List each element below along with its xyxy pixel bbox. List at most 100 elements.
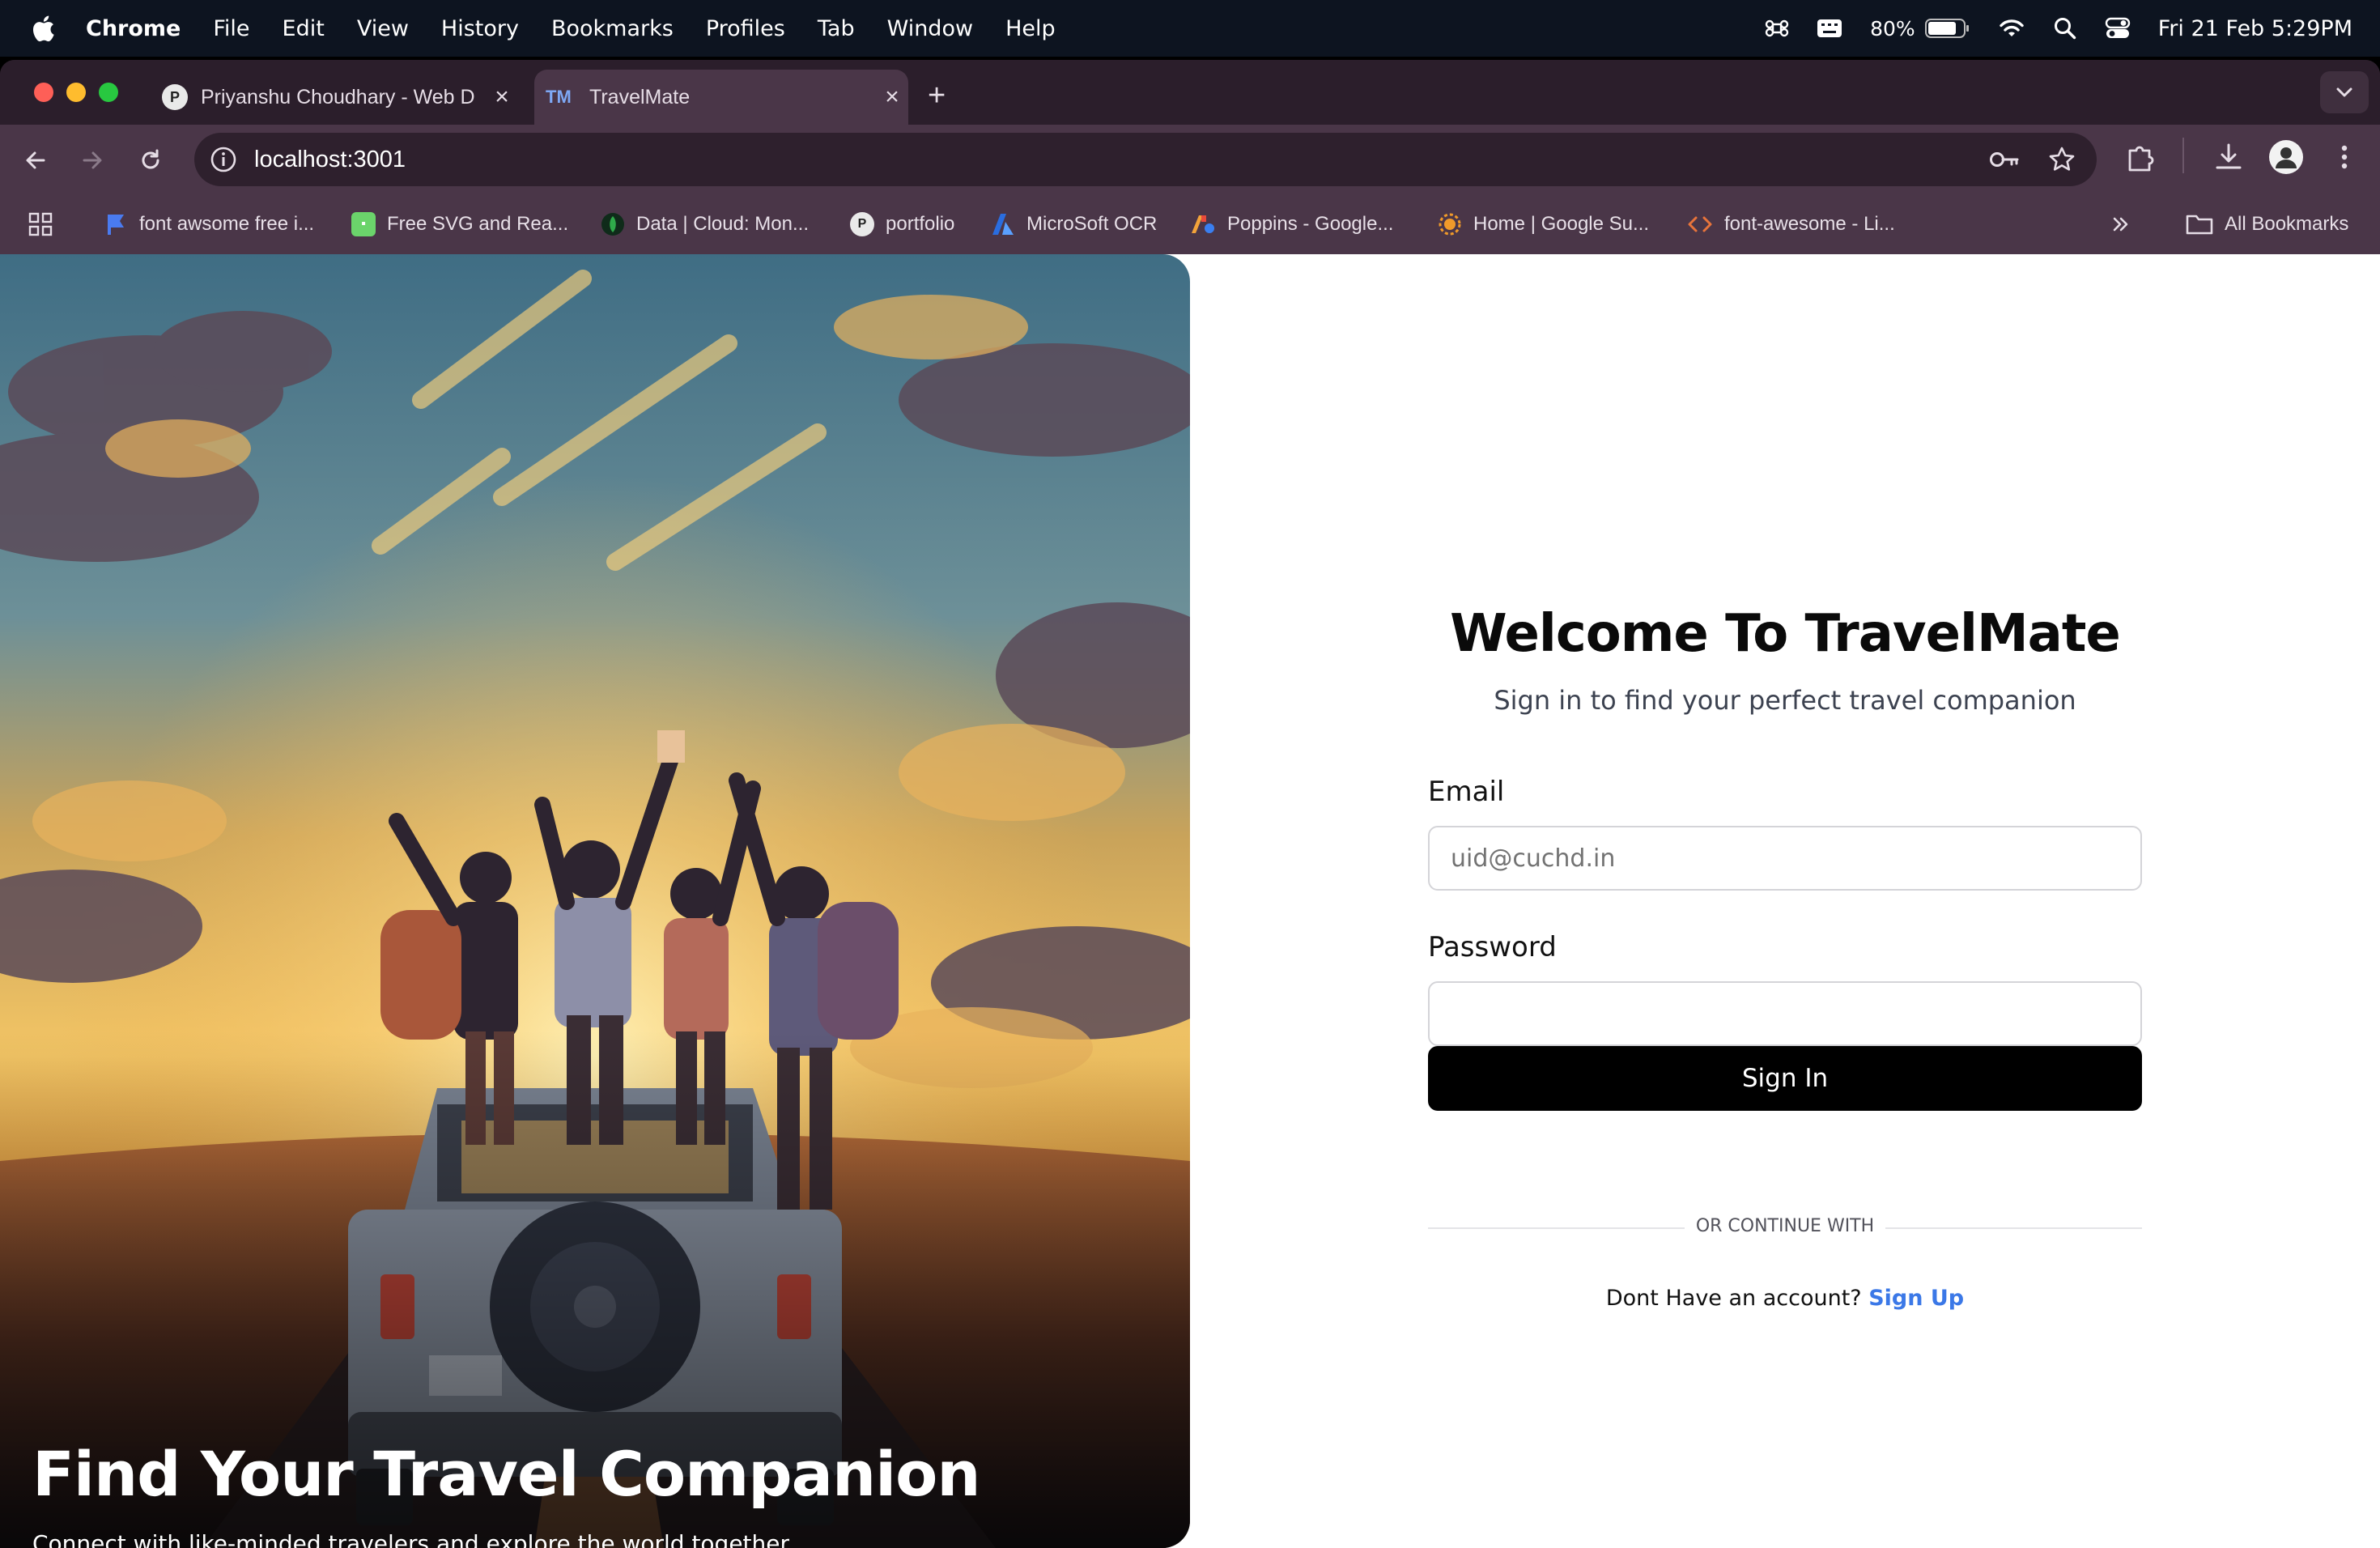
macos-menu-bar: Chrome File Edit View History Bookmarks … bbox=[0, 0, 2380, 57]
tab-strip: P Priyanshu Choudhary - Web D × TM Trave… bbox=[0, 60, 2380, 125]
travelmate-favicon-icon: TM bbox=[546, 87, 572, 107]
apps-grid-icon bbox=[28, 212, 53, 236]
keyboard-icon[interactable] bbox=[1817, 17, 1842, 40]
bookmark-item[interactable]: Home | Google Su... bbox=[1438, 209, 1649, 240]
reload-icon bbox=[142, 149, 159, 169]
clock[interactable]: Fri 21 Feb 5:29PM bbox=[2158, 16, 2352, 41]
avatar-icon: P bbox=[162, 84, 188, 110]
bookmark-item[interactable]: Data | Cloud: Mon... bbox=[601, 209, 809, 240]
bookmark-star-icon[interactable] bbox=[2048, 146, 2076, 173]
spotlight-search-icon[interactable] bbox=[2053, 16, 2077, 40]
page-viewport: Find Your Travel Companion Connect with … bbox=[0, 254, 2380, 1548]
command-icon[interactable] bbox=[1765, 16, 1789, 40]
reload-button[interactable] bbox=[133, 142, 168, 178]
bookmark-item[interactable]: Poppins - Google... bbox=[1190, 209, 1393, 240]
password-key-icon[interactable] bbox=[1988, 147, 2021, 172]
back-button[interactable] bbox=[18, 142, 53, 178]
menu-bookmarks[interactable]: Bookmarks bbox=[551, 16, 674, 41]
all-bookmarks-button[interactable]: All Bookmarks bbox=[2186, 209, 2348, 240]
menu-window[interactable]: Window bbox=[887, 16, 973, 41]
site-info-icon[interactable] bbox=[209, 145, 238, 174]
signup-prompt: Dont Have an account? Sign Up bbox=[1190, 1286, 2380, 1311]
apple-logo-icon[interactable] bbox=[31, 14, 55, 43]
divider-text: OR CONTINUE WITH bbox=[1428, 1216, 2142, 1236]
login-subheading: Sign in to find your perfect travel comp… bbox=[1494, 685, 2076, 716]
wifi-icon[interactable] bbox=[1998, 17, 2025, 40]
tab-title: Priyanshu Choudhary - Web D bbox=[201, 85, 475, 108]
menu-view[interactable]: View bbox=[357, 16, 409, 41]
arrow-right-icon bbox=[83, 151, 102, 169]
extensions-button[interactable] bbox=[2126, 141, 2157, 173]
profile-avatar[interactable] bbox=[2268, 139, 2304, 175]
sign-in-button[interactable]: Sign In bbox=[1428, 1046, 2142, 1111]
login-panel: Welcome To TravelMate Sign in to find yo… bbox=[1190, 254, 2380, 1548]
bookmark-label: portfolio bbox=[886, 213, 955, 235]
app-menus: Chrome File Edit View History Bookmarks … bbox=[86, 16, 1088, 41]
download-icon bbox=[2216, 143, 2242, 169]
bookmark-item[interactable]: font awsome free i... bbox=[104, 209, 314, 240]
hero-title: Find Your Travel Companion bbox=[32, 1438, 980, 1510]
battery-status[interactable]: 80% bbox=[1870, 17, 1970, 40]
menu-profiles[interactable]: Profiles bbox=[706, 16, 785, 41]
url-text[interactable]: localhost:3001 bbox=[254, 147, 406, 173]
google-fonts-icon bbox=[1192, 215, 1214, 233]
no-account-text: Dont Have an account? bbox=[1605, 1286, 1862, 1311]
bookmark-label: MicroSoft OCR bbox=[1026, 213, 1158, 235]
tab-travelmate[interactable]: TM TravelMate × bbox=[534, 70, 908, 125]
menu-tab[interactable]: Tab bbox=[818, 16, 855, 41]
new-tab-plus-icon[interactable]: + bbox=[928, 80, 946, 111]
double-chevron-right-icon bbox=[2113, 217, 2128, 232]
menu-edit[interactable]: Edit bbox=[283, 16, 325, 41]
menu-file[interactable]: File bbox=[213, 16, 249, 41]
bookmark-label: font-awesome - Li... bbox=[1724, 213, 1895, 235]
flag-icon bbox=[108, 215, 124, 235]
hero-image-panel: Find Your Travel Companion Connect with … bbox=[0, 254, 1190, 1548]
tab-title: TravelMate bbox=[589, 85, 691, 108]
avatar-icon bbox=[2269, 140, 2303, 174]
all-bookmarks-label: All Bookmarks bbox=[2225, 213, 2349, 235]
address-bar[interactable]: localhost:3001 bbox=[194, 133, 2097, 186]
bookmark-item[interactable]: P portfolio bbox=[850, 209, 954, 240]
close-tab-icon[interactable]: × bbox=[486, 83, 518, 111]
browser-menu-button[interactable] bbox=[2336, 141, 2352, 173]
bookmark-item[interactable]: font-awesome - Li... bbox=[1687, 209, 1895, 240]
close-window-button[interactable] bbox=[34, 83, 53, 102]
code-icon bbox=[1688, 216, 1712, 232]
login-heading: Welcome To TravelMate bbox=[1450, 604, 2121, 664]
bookmark-item[interactable]: MicroSoft OCR bbox=[991, 209, 1157, 240]
bookmark-item[interactable]: ▪ Free SVG and Rea... bbox=[351, 209, 568, 240]
password-field[interactable] bbox=[1428, 981, 2142, 1046]
minimize-window-button[interactable] bbox=[66, 83, 86, 102]
chevron-down-icon bbox=[2336, 87, 2352, 97]
sun-icon bbox=[1439, 213, 1461, 236]
arrow-left-icon bbox=[26, 151, 45, 169]
battery-icon bbox=[1924, 19, 1969, 38]
puzzle-icon bbox=[2128, 146, 2154, 172]
avatar-icon: P bbox=[850, 212, 874, 236]
tab-search-button[interactable] bbox=[2320, 71, 2369, 113]
downloads-button[interactable] bbox=[2213, 141, 2244, 173]
tab-portfolio[interactable]: P Priyanshu Choudhary - Web D × bbox=[154, 70, 518, 125]
kebab-menu-icon bbox=[2341, 145, 2348, 169]
apps-grid-button[interactable] bbox=[28, 209, 53, 240]
travel-illustration bbox=[0, 254, 1190, 1548]
control-center-icon[interactable] bbox=[2105, 16, 2131, 40]
bookmark-label: Free SVG and Rea... bbox=[387, 213, 569, 235]
menu-help[interactable]: Help bbox=[1005, 16, 1056, 41]
menu-app-name[interactable]: Chrome bbox=[86, 16, 181, 41]
battery-percent: 80% bbox=[1870, 16, 1915, 40]
menu-history[interactable]: History bbox=[441, 16, 519, 41]
sign-up-link[interactable]: Sign Up bbox=[1868, 1286, 1964, 1311]
bookmark-label: Home | Google Su... bbox=[1473, 213, 1650, 235]
fullscreen-window-button[interactable] bbox=[99, 83, 118, 102]
browser-toolbar: localhost:3001 bbox=[0, 125, 2380, 194]
forward-button[interactable] bbox=[74, 142, 110, 178]
close-tab-icon[interactable]: × bbox=[876, 83, 908, 111]
folder-icon bbox=[2186, 215, 2213, 235]
bookmark-label: Poppins - Google... bbox=[1227, 213, 1394, 235]
bookmark-label: Data | Cloud: Mon... bbox=[636, 213, 809, 235]
browser-window: P Priyanshu Choudhary - Web D × TM Trave… bbox=[0, 60, 2380, 1548]
email-field[interactable] bbox=[1428, 826, 2142, 891]
more-bookmarks-button[interactable] bbox=[2110, 209, 2132, 240]
bookmark-label: font awsome free i... bbox=[139, 213, 315, 235]
